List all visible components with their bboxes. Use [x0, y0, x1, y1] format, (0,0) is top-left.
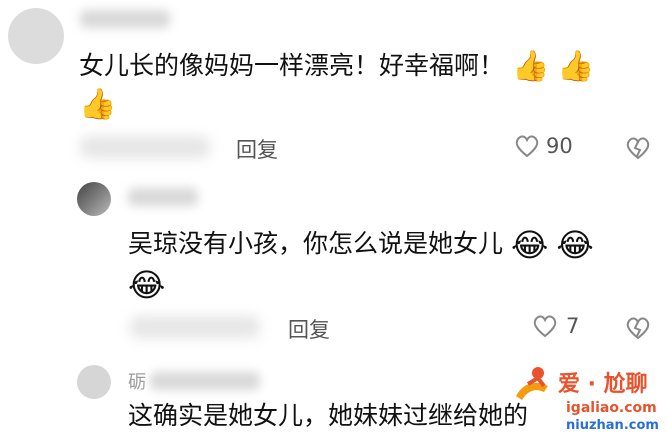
watermark-logo-icon — [516, 367, 548, 400]
reply-button-1[interactable]: 回复 — [236, 134, 278, 164]
watermark: 爱 · 尬聊 igaliao.com niuzhan.com — [510, 362, 667, 435]
like-button-2[interactable]: 7 — [532, 314, 579, 338]
comment-text-2-cont: 😂 — [128, 264, 165, 304]
commenter-avatar-1[interactable] — [8, 8, 64, 64]
dislike-icon[interactable] — [625, 136, 651, 160]
comment-time-blurred-1 — [80, 136, 210, 158]
comment-text-1-cont: 👍 — [79, 84, 116, 124]
comment-text-2: 吴琼没有小孩，你怎么说是她女儿 😂 😂 — [128, 224, 594, 264]
tears-of-joy-emoji: 😂 — [510, 226, 549, 264]
commenter-name-blurred-3 — [150, 372, 260, 390]
heart-icon — [533, 315, 557, 338]
tears-of-joy-emoji: 😂 — [556, 226, 594, 264]
commenter-name-3[interactable]: 砺 — [128, 368, 146, 394]
watermark-url-1: igaliao.com — [566, 400, 657, 416]
like-count-1: 90 — [546, 134, 573, 158]
comment-text-1: 女儿长的像妈妈一样漂亮！好幸福啊！ 👍 👍 — [79, 46, 595, 86]
commenter-avatar-2[interactable] — [77, 182, 111, 216]
watermark-url-2: niuzhan.com — [566, 418, 659, 433]
comment-body-2: 吴琼没有小孩，你怎么说是她女儿 — [128, 229, 504, 258]
like-button-1[interactable]: 90 — [514, 134, 573, 158]
like-count-2: 7 — [566, 314, 580, 338]
thumbs-up-emoji: 👍 — [511, 49, 550, 84]
reply-button-2[interactable]: 回复 — [288, 314, 330, 344]
heart-icon — [515, 135, 539, 158]
watermark-brand: 爱 · 尬聊 — [558, 372, 648, 397]
comment-text-3: 这确实是她女儿，她妹妹过继给她的 — [128, 401, 529, 430]
commenter-name-blurred-1[interactable] — [80, 10, 170, 28]
dislike-icon[interactable] — [625, 316, 651, 340]
commenter-name-blurred-2[interactable] — [128, 188, 198, 206]
thumbs-up-emoji: 👍 — [79, 87, 117, 122]
comment-time-blurred-2 — [130, 316, 260, 338]
thumbs-up-emoji: 👍 — [557, 49, 595, 84]
commenter-avatar-3[interactable] — [77, 365, 111, 399]
tears-of-joy-emoji: 😂 — [128, 266, 166, 304]
comment-body-1: 女儿长的像妈妈一样漂亮！好幸福啊！ — [79, 51, 505, 80]
